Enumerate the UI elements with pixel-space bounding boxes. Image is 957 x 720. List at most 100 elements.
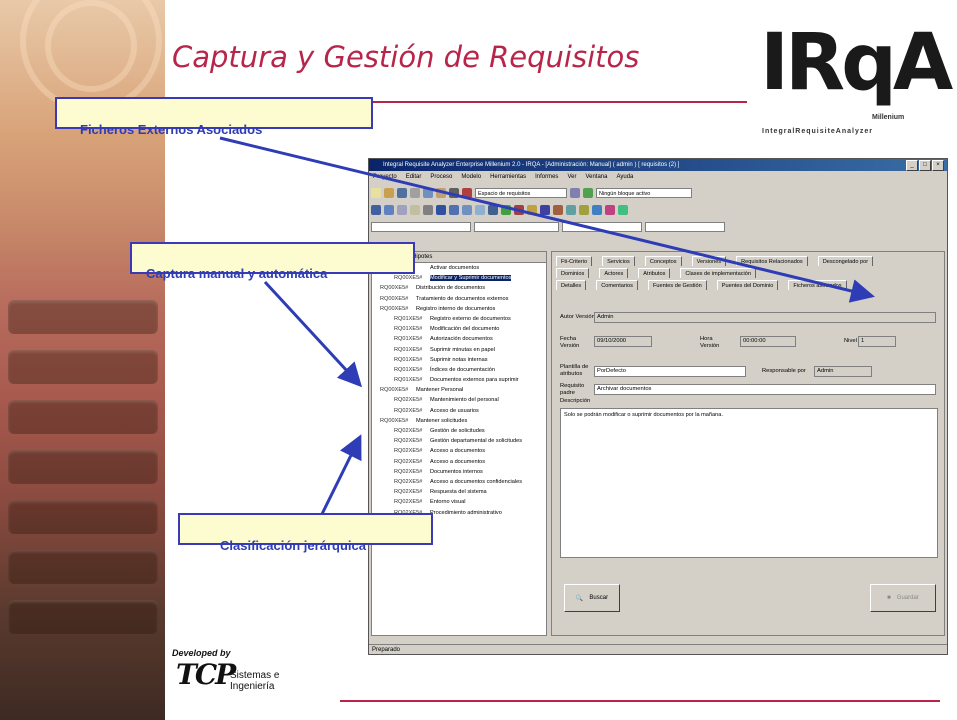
print-icon[interactable] [449,187,459,198]
fecha-field: 09/10/2000 [594,336,652,347]
tree-row[interactable]: RQ02XE5# Gestión de solicitudes [372,426,546,436]
tab-atributos[interactable]: Atributos [638,268,671,278]
tab-actores[interactable]: Actores [599,268,629,278]
tool-icon-6[interactable] [436,204,446,215]
tool-icon-7[interactable] [449,204,459,215]
tab-descongelado[interactable]: Descongelado por [817,256,874,266]
autor-label: Autor Versión [560,314,595,320]
tab-requisitos-relacionados[interactable]: Requisitos Relacionados [736,256,808,266]
search-button[interactable]: 🔍 Buscar [564,584,620,612]
menu-proceso[interactable]: Proceso [430,171,452,183]
block-combo[interactable]: Ningún bloque activo [596,187,692,198]
tree-row-label: Gestión departamental de solicitudes [430,438,523,445]
tab-conceptos[interactable]: Conceptos [644,256,682,266]
tree-row[interactable]: RQ01XE5# Autorización documentos [372,334,546,344]
tree-row[interactable]: RQ00XE5# Mantener solicitudes [372,416,546,426]
requirements-tree[interactable]: Hipotes Activar documentos RQ00XE5# Modifi… [371,251,547,636]
tree-row[interactable]: RQ00XE5# Mantener Personal [372,385,546,395]
tool-icon-17[interactable] [579,204,589,215]
tool-icon-8[interactable] [462,204,472,215]
tab-puentes[interactable]: Puentes del Dominio [716,280,779,290]
tree-row[interactable]: RQ00XE5# Distribución de documentos [372,283,546,293]
descripcion-textarea[interactable]: Solo se podrán modificar o suprimir docu… [560,408,938,558]
tree-row[interactable]: RQ00XE5# Registro interno de documentos [372,304,546,314]
menu-editar[interactable]: Editar [406,171,422,183]
tool-icon-4[interactable] [410,204,420,215]
tool-icon-5[interactable] [423,204,433,215]
menu-informes[interactable]: Informes [535,171,558,183]
menu-modelo[interactable]: Modelo [461,171,481,183]
tree-row[interactable]: RQ00XE5# Tratamiento de documentos extern… [372,294,546,304]
tool-icon-9[interactable] [475,204,485,215]
tree-row[interactable]: RQ02XE5# Gestión departamental de solicit… [372,436,546,446]
tree-row[interactable]: RQ02XE5# Respuesta del sistema [372,487,546,497]
tool-icon-12[interactable] [514,204,524,215]
plantilla-select[interactable]: PorDefecto [594,366,746,377]
tree-row[interactable]: RQ01XE5# Índices de documentación [372,365,546,375]
save-icon[interactable] [397,187,407,198]
filter-combo-4[interactable] [645,221,725,232]
tree-row[interactable]: RQ02XE5# Mantenimiento del personal [372,395,546,405]
tool-icon-15[interactable] [553,204,563,215]
tab-versiones[interactable]: Versiones [691,256,727,266]
tool-icon-3[interactable] [397,204,407,215]
tree-row[interactable]: RQ01XE5# Suprimir minutas en papel [372,345,546,355]
tree-row[interactable]: RQ02XE5# Entorno visual [372,497,546,507]
tool-icon-13[interactable] [527,204,537,215]
tool-icon-1[interactable] [371,204,381,215]
menu-ayuda[interactable]: Ayuda [616,171,633,183]
tab-criterio[interactable]: Fti-Criterio [556,256,593,266]
tab-comentarios[interactable]: Comentarios [596,280,638,290]
tree-row[interactable]: RQ01XE5# Documentos externos para suprimi… [372,375,546,385]
tree-row-label: Registro interno de documentos [416,305,496,312]
tool-icon-11[interactable] [501,204,511,215]
menu-herramientas[interactable]: Herramientas [490,171,526,183]
filter-combo-2[interactable] [474,221,559,232]
copy-icon[interactable] [423,187,433,198]
tree-row[interactable]: RQ02XE5# Acceso a documentos confidencial… [372,477,546,487]
tab-ficheros-asociados[interactable]: Ficheros asociados [788,280,847,290]
menu-ver[interactable]: Ver [567,171,576,183]
refresh-icon[interactable] [570,187,580,198]
minimize-icon[interactable]: _ [906,160,918,171]
tree-row-code: RQ02XE5# [394,407,423,414]
tree-row[interactable]: RQ02XE5# Acceso a documentos [372,457,546,467]
tree-row[interactable]: RQ01XE5# Registro externo de documentos [372,314,546,324]
delete-icon[interactable] [462,187,472,198]
tree-row[interactable]: RQ01XE5# Modificación del documento [372,324,546,334]
tree-row-label: Índices de documentación [430,366,495,373]
filter-combo-3[interactable] [562,221,642,232]
filter-combo-1[interactable] [371,221,471,232]
space-combo[interactable]: Espacio de requisitos [475,187,567,198]
close-icon[interactable]: × [932,160,944,171]
maximize-icon[interactable]: □ [919,160,931,171]
arrow-captura [263,280,363,388]
menu-ventana[interactable]: Ventana [585,171,607,183]
cut-icon[interactable] [410,187,420,198]
tree-row[interactable]: RQ02XE5# Acceso a documentos [372,446,546,456]
tree-row-label: Procedimiento administrativo [430,509,502,516]
save-button[interactable]: ■ Guardar [870,584,936,612]
tab-clases[interactable]: Clases de implementación [680,268,756,278]
tab-servicios[interactable]: Servicios [602,256,635,266]
filter-icon[interactable] [583,187,593,198]
tool-icon-10[interactable] [488,204,498,215]
new-icon[interactable] [371,187,381,198]
paste-icon[interactable] [436,187,446,198]
tool-icon-18[interactable] [592,204,602,215]
tab-detalles[interactable]: Detalles [556,280,587,290]
tool-icon-19[interactable] [605,204,615,215]
tool-icon-2[interactable] [384,204,394,215]
tab-fuentes[interactable]: Fuentes de Gestión [647,280,707,290]
tool-icon-20[interactable] [618,204,628,215]
open-icon[interactable] [384,187,394,198]
tab-dominios[interactable]: Dominios [556,268,590,278]
tree-row[interactable]: RQ02XE5# Documentos internos [372,467,546,477]
tool-icon-16[interactable] [566,204,576,215]
menu-proyecto[interactable]: Proyecto [373,171,397,183]
padre-select[interactable]: Archivar documentos [594,384,936,395]
tree-row[interactable]: RQ01XE5# Suprimir notas internas [372,355,546,365]
tool-icon-14[interactable] [540,204,550,215]
tree-row[interactable]: RQ00XE5# Modificar y Suprimir documentos [372,273,546,283]
tree-row[interactable]: RQ02XE5# Acceso de usuarios [372,406,546,416]
